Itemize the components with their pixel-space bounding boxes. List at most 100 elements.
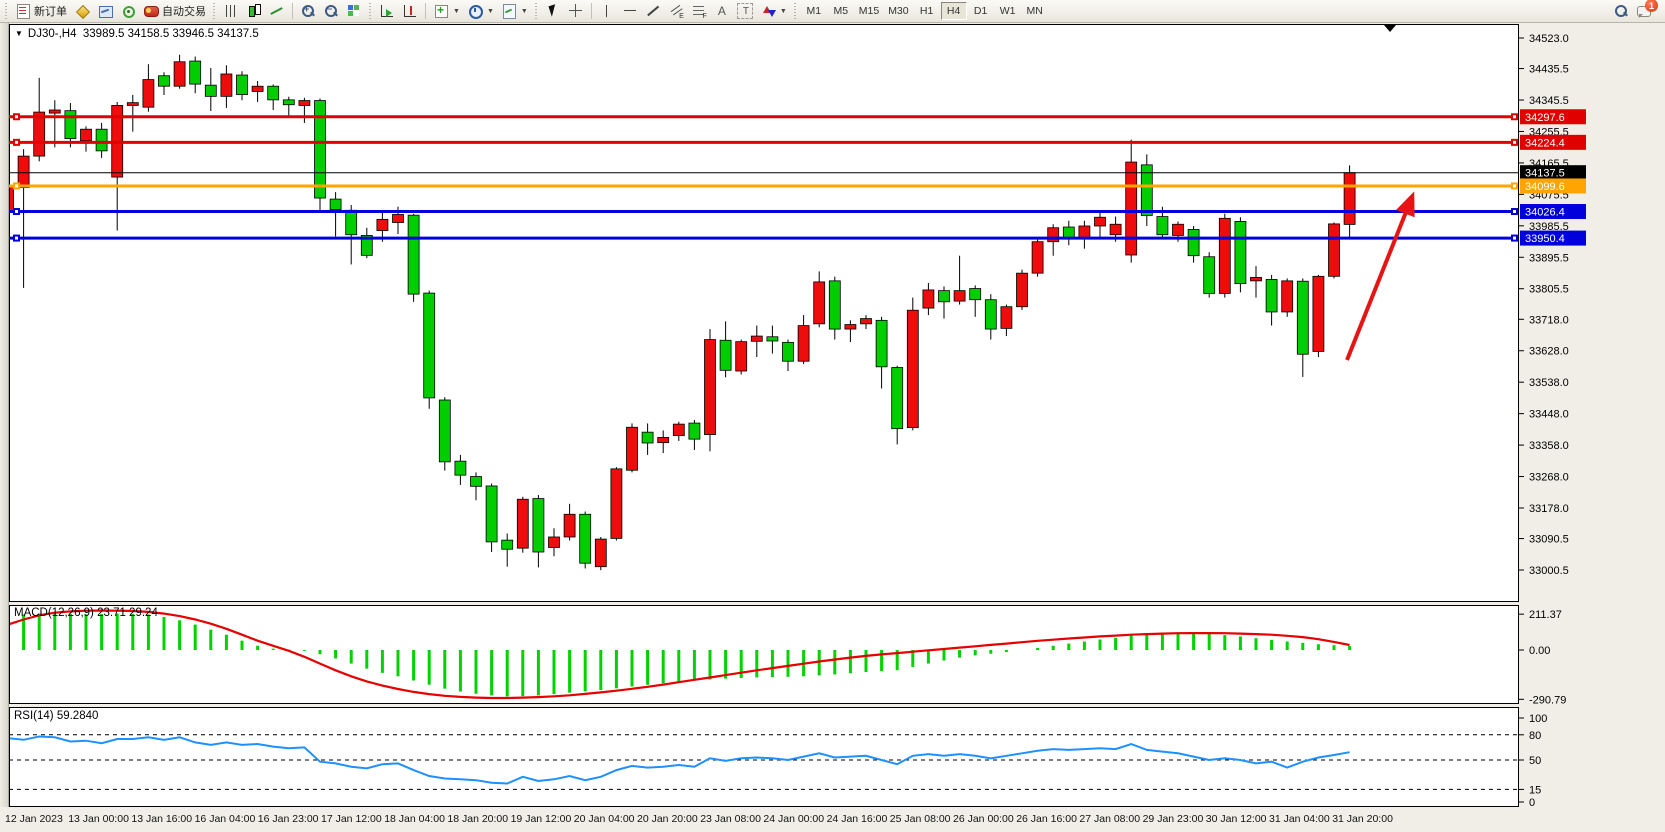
candle: [315, 101, 326, 198]
candle: [767, 337, 778, 341]
rsi-tick-label: 80: [1529, 730, 1541, 742]
candle: [829, 281, 840, 329]
time-tick-label: 31 Jan 20:00: [1332, 813, 1393, 825]
candlestick-series: [3, 55, 1356, 570]
candle: [299, 101, 310, 106]
candle: [517, 499, 528, 548]
candle: [174, 62, 185, 86]
time-tick-label: 30 Jan 12:00: [1206, 813, 1267, 825]
candle: [689, 423, 700, 439]
candle: [1048, 228, 1059, 242]
rsi-indicator-label: RSI(14) 59.2840: [14, 710, 98, 722]
time-tick-label: 18 Jan 20:00: [447, 813, 508, 825]
candle: [486, 486, 497, 542]
candle: [970, 289, 981, 300]
candle: [892, 368, 903, 429]
candle: [595, 539, 606, 567]
candle: [1110, 224, 1121, 234]
candle: [1204, 257, 1215, 294]
price-tick-label: 34435.5: [1529, 64, 1569, 76]
candle: [658, 437, 669, 442]
candle: [3, 187, 14, 211]
candle: [627, 427, 638, 470]
candle: [705, 340, 716, 435]
candle: [814, 282, 825, 324]
candle: [923, 290, 934, 308]
price-badge-label: 34137.5: [1525, 168, 1565, 180]
time-tick-label: 24 Jan 16:00: [827, 813, 888, 825]
rsi-tick-label: 0: [1529, 797, 1535, 809]
candle: [1313, 276, 1324, 351]
time-tick-label: 16 Jan 23:00: [258, 813, 319, 825]
candle: [798, 326, 809, 362]
chart-shift-marker[interactable]: [1384, 25, 1396, 32]
candle: [252, 86, 263, 91]
price-tick-label: 33000.5: [1529, 565, 1569, 577]
trend-arrow-annotation[interactable]: [1347, 197, 1412, 360]
candle: [720, 340, 731, 370]
candle: [751, 336, 762, 341]
candle: [1329, 224, 1340, 276]
time-tick-label: 20 Jan 20:00: [637, 813, 698, 825]
candle: [424, 293, 435, 398]
time-axis: 12 Jan 202313 Jan 00:0013 Jan 16:0016 Ja…: [5, 813, 1393, 825]
macd-axis: 211.37 0.00 -290.79: [1519, 609, 1566, 706]
candle: [642, 432, 653, 443]
time-tick-label: 19 Jan 12:00: [511, 813, 572, 825]
candle: [939, 291, 950, 302]
time-tick-label: 25 Jan 08:00: [890, 813, 951, 825]
candle: [455, 461, 466, 475]
candle: [1032, 242, 1043, 273]
price-tick-label: 33628.0: [1529, 346, 1569, 358]
candle: [96, 129, 107, 151]
candle: [845, 325, 856, 330]
rsi-tick-label: 100: [1529, 713, 1547, 725]
candle: [502, 540, 513, 549]
rsi-tick-label: 15: [1529, 784, 1541, 796]
price-tick-label: 33805.5: [1529, 284, 1569, 296]
candle: [783, 342, 794, 361]
candle: [81, 129, 92, 141]
candle: [1001, 307, 1012, 329]
candle: [237, 75, 248, 95]
price-tick-label: 33448.0: [1529, 409, 1569, 421]
chart-canvas[interactable]: 34523.034435.534345.534255.534165.534075…: [0, 0, 1665, 832]
price-badge-label: 34224.4: [1525, 137, 1565, 149]
time-tick-label: 17 Jan 12:00: [321, 813, 382, 825]
candle: [159, 76, 170, 86]
candle: [861, 319, 872, 324]
time-tick-label: 31 Jan 04:00: [1269, 813, 1330, 825]
candle: [1266, 279, 1277, 311]
price-badge-label: 34297.6: [1525, 112, 1565, 124]
time-tick-label: 12 Jan 2023: [5, 813, 63, 825]
candle: [1095, 217, 1106, 226]
candle: [907, 310, 918, 427]
time-tick-label: 23 Jan 08:00: [700, 813, 761, 825]
price-tick-label: 34345.5: [1529, 95, 1569, 107]
price-tick-label: 33538.0: [1529, 377, 1569, 389]
price-badge-label: 34026.4: [1525, 207, 1565, 219]
macd-tick-label: -290.79: [1529, 694, 1566, 706]
candle: [471, 477, 482, 487]
macd-tick-label: 211.37: [1529, 609, 1562, 621]
time-tick-label: 26 Jan 00:00: [953, 813, 1014, 825]
price-lines: [9, 113, 1518, 241]
candle: [1282, 281, 1293, 312]
time-tick-label: 18 Jan 04:00: [384, 813, 445, 825]
candle: [1079, 226, 1090, 238]
candle: [408, 215, 419, 294]
candle: [876, 320, 887, 366]
rsi-series: [8, 735, 1518, 790]
candle: [65, 111, 76, 139]
macd-tick-label: 0.00: [1529, 645, 1550, 657]
chevron-down-icon: ▼: [15, 29, 23, 38]
time-tick-label: 27 Jan 08:00: [1079, 813, 1140, 825]
time-tick-label: 29 Jan 23:00: [1143, 813, 1204, 825]
time-tick-label: 16 Jan 04:00: [195, 813, 256, 825]
time-tick-label: 26 Jan 16:00: [1016, 813, 1077, 825]
time-tick-label: 13 Jan 00:00: [68, 813, 129, 825]
candle: [1126, 162, 1137, 255]
symbol-header: ▼DJ30-,H4 33989.5 34158.5 33946.5 34137.…: [15, 28, 259, 40]
candle: [1173, 224, 1184, 235]
macd-series: [8, 611, 1350, 699]
